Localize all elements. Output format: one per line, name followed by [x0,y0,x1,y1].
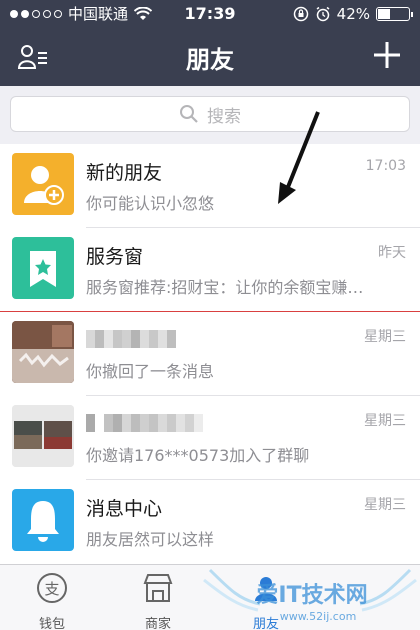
status-bar: 中国联通 17:39 42% [0,0,420,28]
conversation-time: 星期三 [364,497,406,513]
list-item-message-center[interactable]: 消息中心 朋友居然可以这样 星期三 [0,480,420,564]
status-right: 42% [293,0,413,28]
blurred-name [86,330,176,348]
conversation-message: 你可能认识小忽悠 [86,194,215,213]
search-input[interactable]: 搜索 [10,96,410,132]
search-area: 搜索 [0,86,420,144]
alarm-icon [316,6,330,22]
svg-text:爱IT技术网: 爱IT技术网 [256,583,367,608]
svg-text:www.52ij.com: www.52ij.com [280,610,357,623]
add-friend-icon [12,153,74,215]
conversation-message: 服务窗推荐:招财宝：让你的余额宝赚… [86,278,364,297]
battery-label: 42% [336,5,370,23]
photo-avatar [12,321,74,383]
top-bar: 中国联通 17:39 42% 朋友 [0,0,420,86]
annotation-arrow-icon [278,111,320,204]
conversation-time: 星期三 [364,413,406,429]
search-placeholder: 搜索 [207,106,241,127]
rotation-lock-icon [293,6,308,22]
group-photo-avatar [12,405,74,467]
tab-shop[interactable]: 商家 [118,571,198,630]
list-item-new-friends[interactable]: 新的朋友 你可能认识小忽悠 17:03 [0,144,420,228]
conversation-name: 服务窗 [86,246,144,268]
conversation-name: 新的朋友 [86,162,163,184]
conversation-name: 消息中心 [86,498,163,520]
shop-icon [143,574,173,602]
tab-wallet[interactable]: 支 钱包 [12,571,92,630]
nav-bar: 朋友 [0,28,420,86]
conversation-time: 17:03 [365,158,406,174]
add-icon[interactable] [372,40,402,70]
bell-icon [12,489,74,551]
conversation-message: 朋友居然可以这样 [86,530,215,549]
conversation-time: 星期三 [364,329,406,345]
blurred-name [86,414,203,432]
svg-text:支: 支 [44,580,59,598]
list-item-service-window[interactable]: 服务窗 服务窗推荐:招财宝：让你的余额宝赚… 昨天 [0,228,420,312]
page-title: 朋友 [186,46,234,74]
conversation-time: 昨天 [378,245,406,261]
list-item-group-chat[interactable]: 你邀请176***0573加入了群聊 星期三 [0,396,420,480]
bookmark-star-icon [12,237,74,299]
search-icon [180,105,198,123]
watermark-logo: 爱IT技术网 www.52ij.com [203,568,417,623]
list-item-chat[interactable]: 你撤回了一条消息 星期三 [0,312,420,396]
conversation-message: 你撤回了一条消息 [86,362,215,381]
wallet-icon: 支 [37,573,67,603]
tab-label: 钱包 [38,617,65,630]
tab-label: 商家 [144,617,171,630]
battery-icon [376,7,413,21]
conversation-message: 你邀请176***0573加入了群聊 [86,446,310,465]
